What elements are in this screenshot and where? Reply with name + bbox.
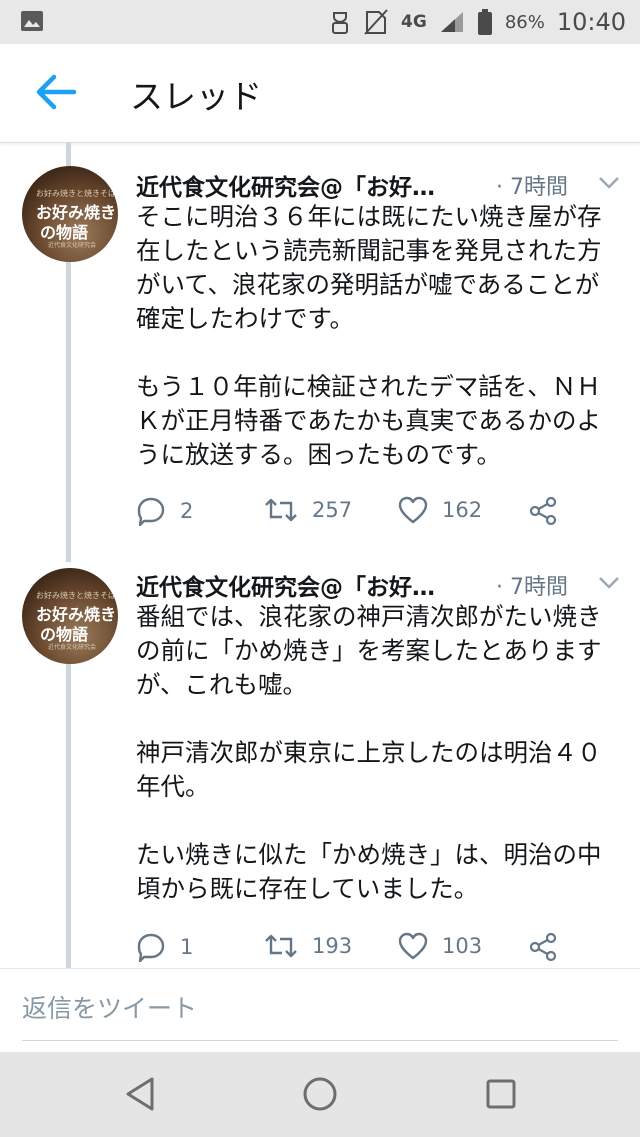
- retweet-button[interactable]: 193: [264, 932, 352, 960]
- no-sim-icon: [364, 9, 388, 35]
- system-nav-bar: [0, 1052, 640, 1137]
- arrow-left-icon[interactable]: [34, 72, 78, 112]
- recents-square-icon[interactable]: [485, 1078, 517, 1110]
- retweet-icon: [265, 498, 297, 522]
- tweet-actions: 1 193 103: [136, 932, 616, 962]
- share-button[interactable]: [528, 496, 558, 526]
- reply-count: 1: [180, 935, 194, 959]
- status-icons: 4G 86% 10:40: [329, 0, 626, 44]
- clock: 10:40: [556, 8, 626, 36]
- reply-count: 2: [180, 499, 194, 523]
- tweet-text: 番組では、浪花家の神戸清次郎がたい焼きの前に「かめ焼き」を考案したとありますが、…: [136, 602, 602, 903]
- reply-bubble-icon: [137, 933, 165, 962]
- avatar[interactable]: お好み焼きと焼きそば お好み焼き の物語 近代食文化研究会: [22, 568, 118, 664]
- timestamp[interactable]: · 7時間: [496, 569, 568, 601]
- share-button[interactable]: [528, 932, 558, 962]
- chevron-down-icon[interactable]: [598, 176, 620, 190]
- avatar-caption: 近代食文化研究会: [48, 242, 97, 249]
- reply-input-underline: [22, 1040, 618, 1041]
- reply-button[interactable]: 2: [136, 496, 193, 526]
- retweet-count: 257: [312, 498, 353, 522]
- tweet[interactable]: お好み焼きと焼きそば お好み焼き の物語 近代食文化研究会 近代食文化研究会@「…: [0, 544, 640, 968]
- gallery-notification-icon: [21, 11, 43, 31]
- reply-input[interactable]: 返信をツイート: [22, 989, 197, 1025]
- retweet-icon: [265, 934, 297, 958]
- back-triangle-icon[interactable]: [124, 1076, 156, 1112]
- chevron-down-icon[interactable]: [598, 576, 620, 590]
- avatar[interactable]: お好み焼きと焼きそば お好み焼き の物語 近代食文化研究会: [22, 166, 118, 262]
- share-icon: [529, 496, 557, 526]
- author-name[interactable]: 近代食文化研究会@「お好…: [136, 568, 435, 602]
- like-button[interactable]: 103: [398, 932, 482, 960]
- heart-icon: [398, 932, 428, 960]
- avatar-caption: 近代食文化研究会: [48, 644, 97, 651]
- like-count: 162: [442, 498, 483, 522]
- status-bar: 4G 86% 10:40: [0, 0, 640, 44]
- like-count: 103: [442, 934, 483, 958]
- tweet-actions: 2 257 162: [136, 496, 616, 526]
- reply-button[interactable]: 1: [136, 932, 193, 962]
- reply-composer: 返信をツイート: [0, 968, 640, 1053]
- tweet-text: そこに明治３６年には既にたい焼き屋が存在したという読売新聞記事を発見された方がい…: [136, 202, 602, 469]
- tweet[interactable]: お好み焼きと焼きそば お好み焼き の物語 近代食文化研究会 近代食文化研究会@「…: [0, 142, 640, 544]
- heart-icon: [398, 496, 428, 524]
- avatar-caption: お好み焼きと焼きそば: [36, 189, 116, 198]
- like-button[interactable]: 162: [398, 496, 482, 524]
- battery-icon: [477, 9, 492, 35]
- share-icon: [529, 932, 557, 962]
- retweet-button[interactable]: 257: [264, 496, 352, 524]
- network-type: 4G: [401, 12, 427, 32]
- thread[interactable]: お好み焼きと焼きそば お好み焼き の物語 近代食文化研究会 近代食文化研究会@「…: [0, 142, 640, 968]
- app-header: スレッド: [0, 44, 640, 143]
- reply-bubble-icon: [137, 497, 165, 526]
- timestamp[interactable]: · 7時間: [496, 169, 568, 201]
- avatar-caption: お好み焼きと焼きそば: [36, 591, 116, 600]
- alarm-icon: [332, 12, 349, 34]
- home-circle-icon[interactable]: [302, 1076, 338, 1112]
- signal-icon: [440, 12, 463, 32]
- retweet-count: 193: [312, 934, 353, 958]
- page-title: スレッド: [130, 77, 262, 116]
- battery-percent: 86%: [504, 11, 545, 33]
- author-name[interactable]: 近代食文化研究会@「お好…: [136, 168, 435, 202]
